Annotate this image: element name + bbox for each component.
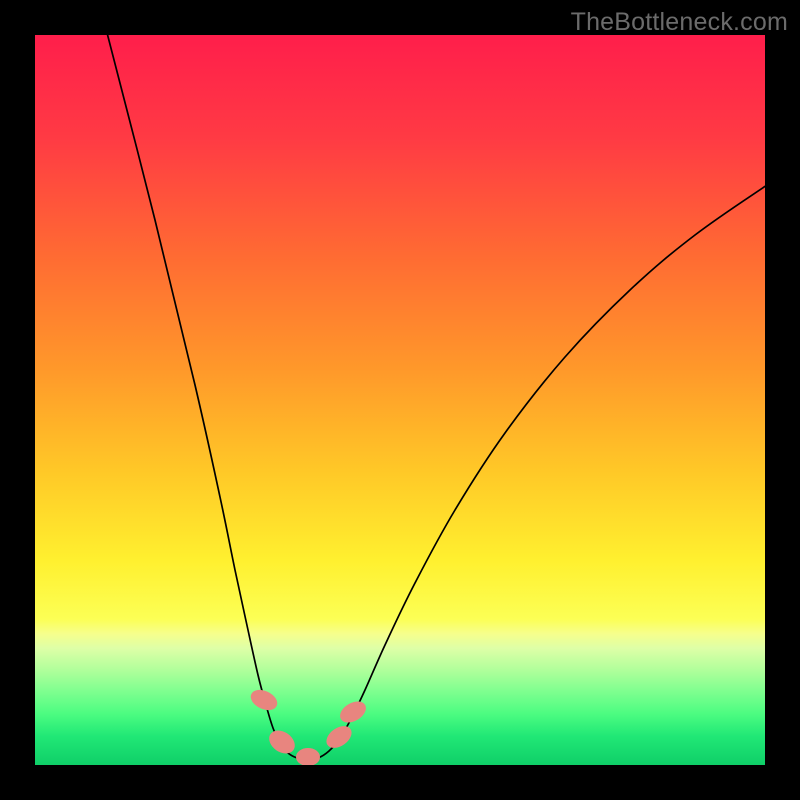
valley-marker-3 — [322, 722, 355, 753]
valley-marker-0 — [248, 686, 281, 714]
plot-area — [35, 35, 765, 765]
bottleneck-curve — [105, 35, 765, 760]
curve-left-branch — [105, 35, 307, 760]
valley-marker-1 — [265, 726, 299, 758]
watermark-text: TheBottleneck.com — [571, 8, 788, 37]
valley-markers — [248, 686, 370, 765]
valley-marker-2 — [296, 748, 320, 765]
curve-right-branch — [307, 185, 765, 760]
valley-marker-4 — [336, 697, 369, 727]
curve-layer — [35, 35, 765, 765]
chart-frame: TheBottleneck.com — [0, 0, 800, 800]
